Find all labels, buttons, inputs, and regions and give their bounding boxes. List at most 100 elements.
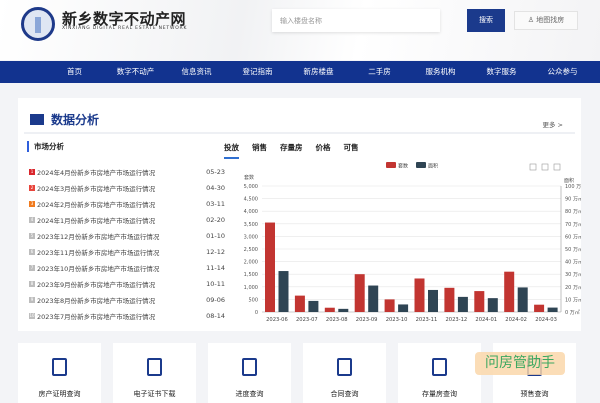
download-icon[interactable]: [553, 163, 561, 171]
list-item[interactable]: 3 2024年2月份新乡市房地产市场运行情况 03-11: [29, 196, 225, 212]
bar-area: [338, 308, 349, 312]
zoom-icon[interactable]: [529, 163, 537, 171]
nav-item[interactable]: 二手房: [349, 61, 410, 83]
service-card[interactable]: 电子证书下载: [113, 343, 196, 403]
y-tick-label: 3,500: [244, 222, 258, 228]
nav-item[interactable]: 数字不动产: [105, 61, 166, 83]
nav-item[interactable]: 数字服务: [471, 61, 532, 83]
rank-badge: 3: [29, 201, 35, 207]
x-tick-label: 2023-07: [296, 317, 318, 323]
x-tick-label: 2023-08: [326, 317, 348, 323]
rank-badge: 8: [29, 281, 35, 287]
service-card[interactable]: 进度查询: [208, 343, 291, 403]
bar-count: [444, 287, 455, 312]
y2-tick-label: 90 万㎡: [565, 196, 581, 203]
service-label: 预售查询: [520, 390, 549, 398]
y2-axis-label: 面积: [564, 177, 574, 184]
y-tick-label: 5,000: [244, 184, 258, 190]
y-tick-label: 500: [248, 297, 258, 303]
map-search-button[interactable]: ♙ 地图找房: [514, 11, 578, 30]
search-input[interactable]: 输入楼盘名称: [272, 9, 440, 32]
y2-tick-label: 30 万㎡: [565, 271, 581, 278]
list-item[interactable]: 8 2023年9月份新乡市房地产市场运行情况 10-11: [29, 276, 225, 292]
bar-count: [414, 278, 425, 312]
bar-chart: 0 0 万㎡ 500 10 万㎡ 1,000 20 万㎡ 1,500 30 万㎡ 2,000 40…: [244, 162, 581, 323]
bar-count: [324, 307, 335, 312]
header: 新乡数字不动产网 XINXIANG DIGITAL REAL ESTATE NE…: [0, 0, 600, 60]
service-card[interactable]: 存量房查询: [398, 343, 481, 403]
x-tick-label: 2023-06: [266, 317, 288, 323]
legend-label: 面积: [428, 163, 438, 170]
service-label: 存量房查询: [422, 390, 457, 398]
search-button[interactable]: 搜索: [467, 9, 505, 32]
bar-area: [278, 271, 289, 312]
nav-item[interactable]: 服务机构: [410, 61, 471, 83]
bar-count: [504, 271, 515, 312]
chart-tab[interactable]: 销售: [252, 142, 267, 159]
service-card[interactable]: 合同查询: [303, 343, 386, 403]
site-logo[interactable]: [21, 7, 55, 41]
data-analysis-panel: 数据分析 更多 > 市场分析 1 2024年4月份新乡市房地产市场运行情况 05-2…: [18, 98, 581, 331]
document-icon: [52, 358, 67, 376]
nav-item[interactable]: 登记指南: [227, 61, 288, 83]
chart-tab[interactable]: 投放: [224, 142, 239, 159]
nav-item[interactable]: 公众参与: [532, 61, 593, 83]
chart-tabs: 投放 销售 存量房 价格 可售: [224, 142, 359, 159]
x-tick-label: 2023-11: [416, 317, 438, 323]
chart-tab[interactable]: 可售: [344, 142, 359, 159]
y2-tick-label: 20 万㎡: [565, 284, 581, 291]
y-tick-label: 0: [255, 310, 258, 316]
report-title[interactable]: 2023年11月份新乡市房地产市场运行情况: [37, 247, 203, 257]
rank-badge: 1: [29, 169, 35, 175]
list-item[interactable]: 9 2023年8月份新乡市房地产市场运行情况 09-06: [29, 292, 225, 308]
list-item[interactable]: 7 2023年10月份新乡市房地产市场运行情况 11-14: [29, 260, 225, 276]
report-title[interactable]: 2023年9月份新乡市房地产市场运行情况: [37, 279, 203, 289]
y2-tick-label: 80 万㎡: [565, 208, 581, 215]
market-analysis-heading: 市场分析: [27, 141, 64, 152]
x-tick-label: 2024-02: [505, 317, 527, 323]
y-tick-label: 4,000: [244, 209, 258, 215]
nav-item[interactable]: 新房楼盘: [288, 61, 349, 83]
y2-tick-label: 40 万㎡: [565, 259, 581, 266]
report-title[interactable]: 2023年7月份新乡市房地产市场运行情况: [37, 311, 203, 321]
nav-item[interactable]: 首页: [44, 61, 105, 83]
bar-area: [368, 285, 379, 312]
rank-badge: 9: [29, 297, 35, 303]
y-tick-label: 1,500: [244, 272, 258, 278]
report-title[interactable]: 2024年4月份新乡市房地产市场运行情况: [37, 167, 203, 177]
list-item[interactable]: 2 2024年3月份新乡市房地产市场运行情况 04-30: [29, 180, 225, 196]
bar-count: [354, 274, 365, 312]
bar-area: [547, 307, 558, 312]
restore-icon[interactable]: [541, 163, 549, 171]
legend-label: 套数: [398, 163, 408, 170]
list-item[interactable]: 1 2024年4月份新乡市房地产市场运行情况 05-23: [29, 164, 225, 180]
report-title[interactable]: 2023年10月份新乡市房地产市场运行情况: [37, 263, 203, 273]
list-item[interactable]: 4 2024年1月份新乡市房地产市场运行情况 02-20: [29, 212, 225, 228]
more-link[interactable]: 更多 >: [542, 119, 563, 129]
y-tick-label: 1,000: [244, 285, 258, 291]
x-tick-label: 2023-09: [356, 317, 378, 323]
report-title[interactable]: 2024年3月份新乡市房地产市场运行情况: [37, 183, 203, 193]
bar-count: [265, 222, 275, 312]
x-tick-label: 2023-12: [446, 317, 468, 323]
service-card[interactable]: 房产证明查询: [18, 343, 101, 403]
legend-swatch: [416, 162, 426, 168]
report-title[interactable]: 2024年1月份新乡市房地产市场运行情况: [37, 215, 203, 225]
report-list: 1 2024年4月份新乡市房地产市场运行情况 05-23 2 2024年3月份新乡市房地…: [29, 164, 225, 324]
chart-tab[interactable]: 价格: [316, 142, 331, 159]
chart-tab[interactable]: 存量房: [280, 142, 303, 159]
report-title[interactable]: 2023年12月份新乡市房地产市场运行情况: [37, 231, 203, 241]
list-item[interactable]: 5 2023年12月份新乡市房地产市场运行情况 01-10: [29, 228, 225, 244]
assistant-watermark[interactable]: 问房管助手: [475, 352, 565, 375]
x-tick-label: 2023-10: [386, 317, 408, 323]
report-title[interactable]: 2023年8月份新乡市房地产市场运行情况: [37, 295, 203, 305]
list-item[interactable]: 6 2023年11月份新乡市房地产市场运行情况 12-12: [29, 244, 225, 260]
document-icon: [147, 358, 162, 376]
legend-swatch: [386, 162, 396, 168]
document-icon: [432, 358, 447, 376]
report-title[interactable]: 2024年2月份新乡市房地产市场运行情况: [37, 199, 203, 209]
y2-tick-label: 50 万㎡: [565, 246, 581, 253]
nav-item[interactable]: 信息资讯: [166, 61, 227, 83]
list-item[interactable]: 10 2023年7月份新乡市房地产市场运行情况 08-14: [29, 308, 225, 324]
main-nav: 首页 数字不动产 信息资讯 登记指南 新房楼盘 二手房 服务机构 数字服务 公众参与: [0, 61, 600, 83]
